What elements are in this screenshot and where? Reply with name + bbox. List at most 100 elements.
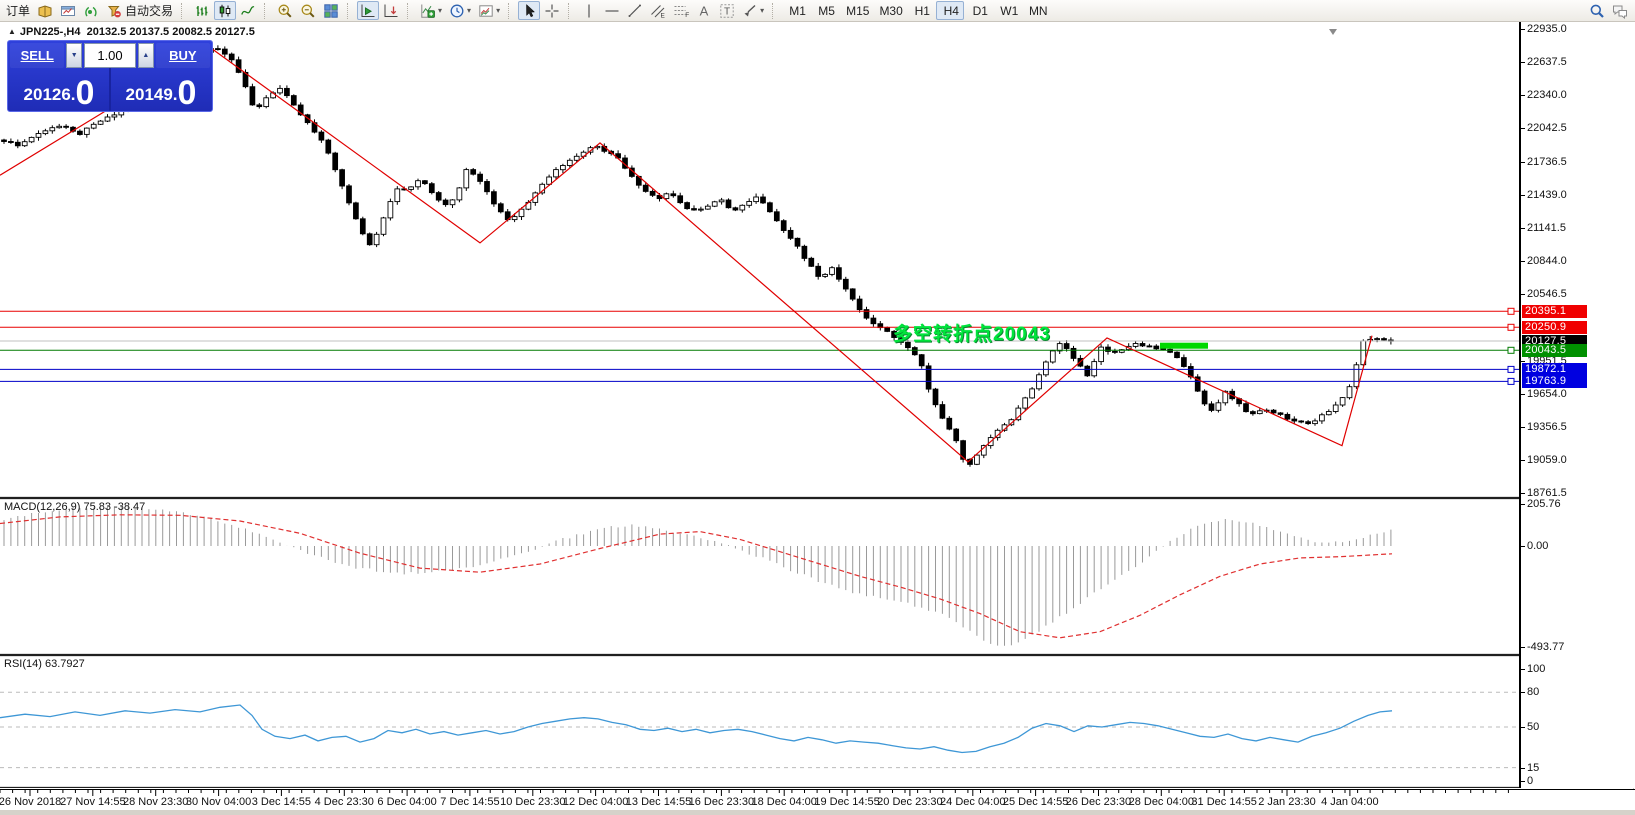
buy-price[interactable]: 20149.0: [112, 68, 210, 111]
chart-title: ▲JPN225-,H4 20132.5 20137.5 20082.5 2012…: [8, 26, 255, 38]
timeframe-h4-button[interactable]: H4: [936, 1, 964, 20]
time-axis-label: 19 Dec 14:55: [814, 796, 879, 808]
arrows-icon[interactable]: ▾: [739, 1, 767, 20]
timeframe-m15-button[interactable]: M15: [840, 1, 872, 20]
time-axis-label: 26 Nov 2018: [0, 796, 61, 808]
one-click-trading-panel: SELL ▼ ▲ BUY 20126.0 20149.0: [7, 40, 213, 112]
bar-chart-icon[interactable]: [191, 1, 213, 20]
time-axis-label: 24 Dec 04:00: [940, 796, 1005, 808]
volume-decrease-button[interactable]: ▼: [66, 43, 82, 68]
market-watch-icon[interactable]: [34, 1, 56, 20]
candlestick-chart-icon[interactable]: [214, 1, 236, 20]
time-axis-label: 28 Dec 04:00: [1129, 796, 1194, 808]
toolbar-separator: [508, 3, 513, 19]
price-level-tag: 19763.9: [1522, 375, 1587, 388]
cursor-icon[interactable]: [518, 1, 540, 20]
time-axis-label: 26 Dec 23:30: [1066, 796, 1131, 808]
price-chart-panel[interactable]: ▲JPN225-,H4 20132.5 20137.5 20082.5 2012…: [0, 22, 1520, 498]
text-icon[interactable]: A: [693, 1, 715, 20]
fibonacci-icon[interactable]: F: [670, 1, 692, 20]
time-axis-label: 4 Jan 04:00: [1321, 796, 1379, 808]
time-axis-label: 10 Dec 23:30: [500, 796, 565, 808]
trendline-icon[interactable]: [624, 1, 646, 20]
price-axis[interactable]: 22935.022637.522340.022042.521736.521439…: [1520, 22, 1635, 498]
macd-label: MACD(12,26,9) 75.83 -38.47: [4, 501, 145, 513]
time-axis-label: 25 Dec 14:55: [1003, 796, 1068, 808]
sell-price[interactable]: 20126.0: [10, 68, 108, 111]
collapse-icon[interactable]: ▲: [8, 27, 16, 36]
vertical-line-icon[interactable]: [578, 1, 600, 20]
trade-panel-divider: [109, 68, 111, 111]
ohlc-values: 20132.5 20137.5 20082.5 20127.5: [87, 26, 255, 38]
rsi-axis[interactable]: 1008050150: [1520, 655, 1635, 788]
chart-window-icon[interactable]: [57, 1, 79, 20]
axis-tick-label: 15: [1521, 762, 1539, 774]
sell-button[interactable]: SELL: [10, 43, 64, 68]
mt4-window: 订单自动交易▾▾▾EFAT▾M1M5M15M30H1H4D1W1MN ▲JPN2…: [0, 0, 1635, 815]
zoom-out-icon[interactable]: [297, 1, 319, 20]
templates-icon[interactable]: ▾: [475, 1, 503, 20]
time-axis-label: 18 Dec 04:00: [751, 796, 816, 808]
toolbar-separator: [772, 3, 777, 19]
svg-text:T: T: [724, 6, 730, 17]
timeframe-m30-button[interactable]: M30: [873, 1, 905, 20]
rsi-indicator-panel[interactable]: RSI(14) 63.7927: [0, 655, 1520, 788]
axis-tick-label: 19059.0: [1521, 454, 1567, 466]
chart-annotation-text: 多空转折点20043: [893, 319, 1051, 346]
axis-tick-label: 20546.5: [1521, 288, 1567, 300]
macd-indicator-panel[interactable]: MACD(12,26,9) 75.83 -38.47: [0, 498, 1520, 655]
buy-button[interactable]: BUY: [156, 43, 210, 68]
time-axis-label: 6 Dec 04:00: [377, 796, 436, 808]
search-icon[interactable]: [1586, 1, 1608, 20]
timeframe-mn-button[interactable]: MN: [1023, 1, 1051, 20]
toolbar-separator: [181, 3, 186, 19]
signals-icon[interactable]: [80, 1, 102, 20]
macd-axis[interactable]: 205.760.00-493.77: [1520, 498, 1635, 655]
axis-tick-label: 0: [1521, 775, 1533, 787]
time-axis-label: 3 Dec 14:55: [252, 796, 311, 808]
time-axis-label: 13 Dec 14:55: [626, 796, 691, 808]
candlestick-chart[interactable]: [0, 22, 1520, 498]
time-axis-label: 4 Dec 23:30: [315, 796, 374, 808]
text-label-icon[interactable]: T: [716, 1, 738, 20]
price-level-tag: 20043.5: [1522, 344, 1587, 357]
periods-icon[interactable]: ▾: [446, 1, 474, 20]
timeframe-d1-button[interactable]: D1: [965, 1, 993, 20]
time-axis[interactable]: 26 Nov 201827 Nov 14:5528 Nov 23:3030 No…: [0, 789, 1635, 810]
axis-tick-label: 21736.5: [1521, 156, 1567, 168]
timeframe-w1-button[interactable]: W1: [994, 1, 1022, 20]
indicators-icon[interactable]: ▾: [417, 1, 445, 20]
price-level-tag: 20250.9: [1522, 321, 1587, 334]
time-axis-label: 30 Nov 04:00: [186, 796, 251, 808]
time-axis-label: 31 Dec 14:55: [1191, 796, 1256, 808]
volume-input[interactable]: [84, 43, 136, 68]
zoom-in-icon[interactable]: [274, 1, 296, 20]
time-axis-label: 2 Jan 23:30: [1258, 796, 1316, 808]
sell-price-big-digit: 0: [76, 78, 95, 108]
axis-tick-label: 22340.0: [1521, 89, 1567, 101]
horizontal-line-icon[interactable]: [601, 1, 623, 20]
crosshair-icon[interactable]: [541, 1, 563, 20]
chart-shift-icon[interactable]: [380, 1, 402, 20]
toolbar-separator: [347, 3, 352, 19]
chat-icon[interactable]: [1609, 1, 1631, 20]
volume-increase-button[interactable]: ▲: [138, 43, 154, 68]
auto-trading-button[interactable]: 自动交易: [103, 1, 176, 20]
axis-tick-label: -493.77: [1521, 641, 1564, 653]
timeframe-m1-button[interactable]: M1: [782, 1, 810, 20]
axis-tick-label: 205.76: [1521, 498, 1561, 510]
svg-text:E: E: [661, 12, 666, 19]
timeframe-h1-button[interactable]: H1: [907, 1, 935, 20]
new-order-button[interactable]: 订单: [0, 1, 33, 20]
time-axis-label: 12 Dec 04:00: [563, 796, 628, 808]
equidistant-channel-icon[interactable]: E: [647, 1, 669, 20]
sell-price-main: 20126.: [24, 85, 76, 105]
svg-text:F: F: [685, 12, 689, 19]
axis-tick-label: 22935.0: [1521, 23, 1567, 35]
buy-price-big-digit: 0: [178, 78, 197, 108]
line-chart-icon[interactable]: [237, 1, 259, 20]
rsi-label: RSI(14) 63.7927: [4, 658, 85, 670]
tile-windows-icon[interactable]: [320, 1, 342, 20]
auto-scroll-icon[interactable]: [357, 1, 379, 20]
timeframe-m5-button[interactable]: M5: [811, 1, 839, 20]
